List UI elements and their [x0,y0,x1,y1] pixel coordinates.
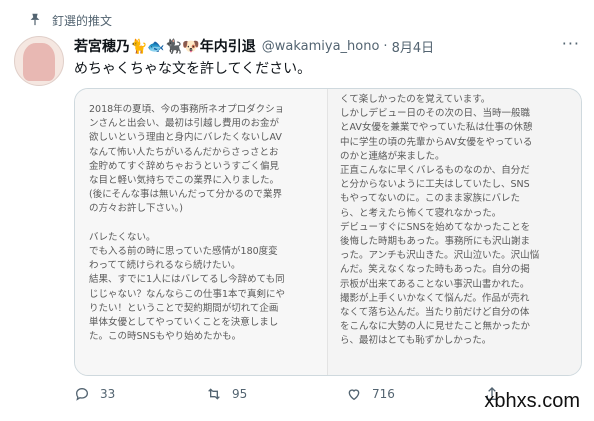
image-text-line: 中に学生の頃の先輩からAV女優をやっている [340,136,533,148]
image-text-line: でも入る前の時に思っていた感情が180度変 [89,246,278,258]
author-name[interactable]: 若宮穂乃🐈🐟🐈‍⬛🐶年内引退 [74,36,256,56]
image-text-line: 後悔した時期もあった。事務所にも沢山謝ま [340,236,531,248]
image-text-line: 正直こんなに早くバレるものなのか、自分だ [340,165,530,177]
image-text-line: 撮影が上手くいかなくて悩んだ。作品が売れ [340,292,530,304]
image-text-line: な目と軽い気持ちでこの業界に入りました。 [89,175,280,187]
heart-icon [348,389,360,401]
like-action[interactable]: 716 [346,386,395,402]
image-text-line [89,217,285,231]
reply-count: 33 [100,387,116,401]
image-page-left: 2018年の夏頃、今の事務所ネオプロダクショ ンさんと出会い、最初は引越し費用のお… [75,89,328,375]
retweet-action[interactable]: 95 [206,386,247,402]
image-text-line: なんて怖い人たちがいるんだからさっさとお [89,146,279,158]
image-text-line: なくて落ち込んだ。当たり前だけど自分の体 [340,307,530,319]
pinned-text: 釘選的推文 [52,14,113,28]
image-text-line: った。アンチも沢山きた。沢山泣いた。沢山悩 [340,250,540,262]
image-text-line: 示板が出来てあることない事沢山書かれた。 [340,278,530,290]
author-handle[interactable]: @wakamiya_hono [262,39,380,54]
pinned-label: 釘選的推文 [30,12,113,29]
image-text-line: ら、と考えたら怖くて寝れなかった。 [340,207,502,219]
tweet-actions: 33 95 716 [74,386,534,406]
avatar-portrait [23,43,55,81]
image-text-line: 2018年の夏頃、今の事務所ネオプロダクショ [89,104,285,115]
image-text-line: くて楽しかったのを覚えています。 [340,94,491,105]
separator-dot: · [383,38,388,54]
tweet-image[interactable]: 2018年の夏頃、今の事務所ネオプロダクショ ンさんと出会い、最初は引越し費用のお… [74,88,582,376]
image-text-line: 結果、すでに1人にはバレてるし今辞めても同 [89,274,285,286]
reply-icon [75,387,89,401]
image-text-line: た。この時SNSもやり始めたかも。 [89,331,242,343]
watermark: xbhxs.com [484,390,580,412]
image-text-line: もやってないのに。このまま家族にバレた [340,193,521,205]
image-text-line: ら、最初はとても恥ずかしかった。 [340,335,492,347]
tweet-header: 若宮穂乃🐈🐟🐈‍⬛🐶年内引退 @wakamiya_hono · 8月4日 [74,36,434,56]
image-text-line: じじゃない？なんならこの仕事1本で真剣にや [89,288,286,300]
image-text-line: とAV女優を兼業でやっていた私は仕事の休憩 [340,122,533,134]
image-text-line: デビューすぐにSNSを始めてなかったことを [340,221,531,233]
image-text-line: わってて続けられるなら続けたい。 [89,260,241,272]
image-text-line: 金貯めてすぐ辞めちゃおうというすごく偏見 [89,160,280,172]
image-text-line: 単体女優としてやっていくことを決意しまし [89,317,279,329]
image-text-line: しかしデビュー日のその次の日、当時一般職 [340,108,531,120]
tweet-date[interactable]: 8月4日 [392,37,435,56]
avatar[interactable] [14,36,64,86]
like-count: 716 [372,387,395,401]
image-page-right: くて楽しかったのを覚えています。しかしデビュー日のその次の日、当時一般職 とAV女… [328,89,581,375]
retweet-count: 95 [232,387,248,401]
image-text-right: くて楽しかったのを覚えています。しかしデビュー日のその次の日、当時一般職 とAV女… [340,93,539,349]
retweet-icon [208,388,220,400]
reply-action[interactable]: 33 [74,386,115,402]
tweet-text: めちゃくちゃな文を許してください。 [74,61,312,77]
more-options-icon[interactable]: ··· [562,34,580,53]
image-text-line: バレたくない。 [89,231,156,243]
image-text-line: のかと連絡が来ました。 [340,150,445,162]
image-text-line: ンさんと出会い、最初は引越し費用のお金が [89,118,280,130]
image-text-line: と分からないように工夫はしていたし、SNS [340,179,530,191]
image-text-line: の方々お許し下さい。) [89,203,183,215]
image-text-line: 欲しいという理由と身内にバレたくないしAV [89,132,282,144]
image-text-line: をこんなに大勢の人に見せたこと無かったか [340,321,531,333]
image-text-line: りたい！ということで契約期間が切れて企画 [89,302,279,314]
image-text-line: んだ。笑えなくなった時もあった。自分の掲 [340,264,530,276]
image-text-left: 2018年の夏頃、今の事務所ネオプロダクショ ンさんと出会い、最初は引越し費用のお… [89,103,285,344]
image-text-line: (後にそんな事は無いんだって分かるので業界 [89,189,283,201]
pin-icon [30,13,40,26]
